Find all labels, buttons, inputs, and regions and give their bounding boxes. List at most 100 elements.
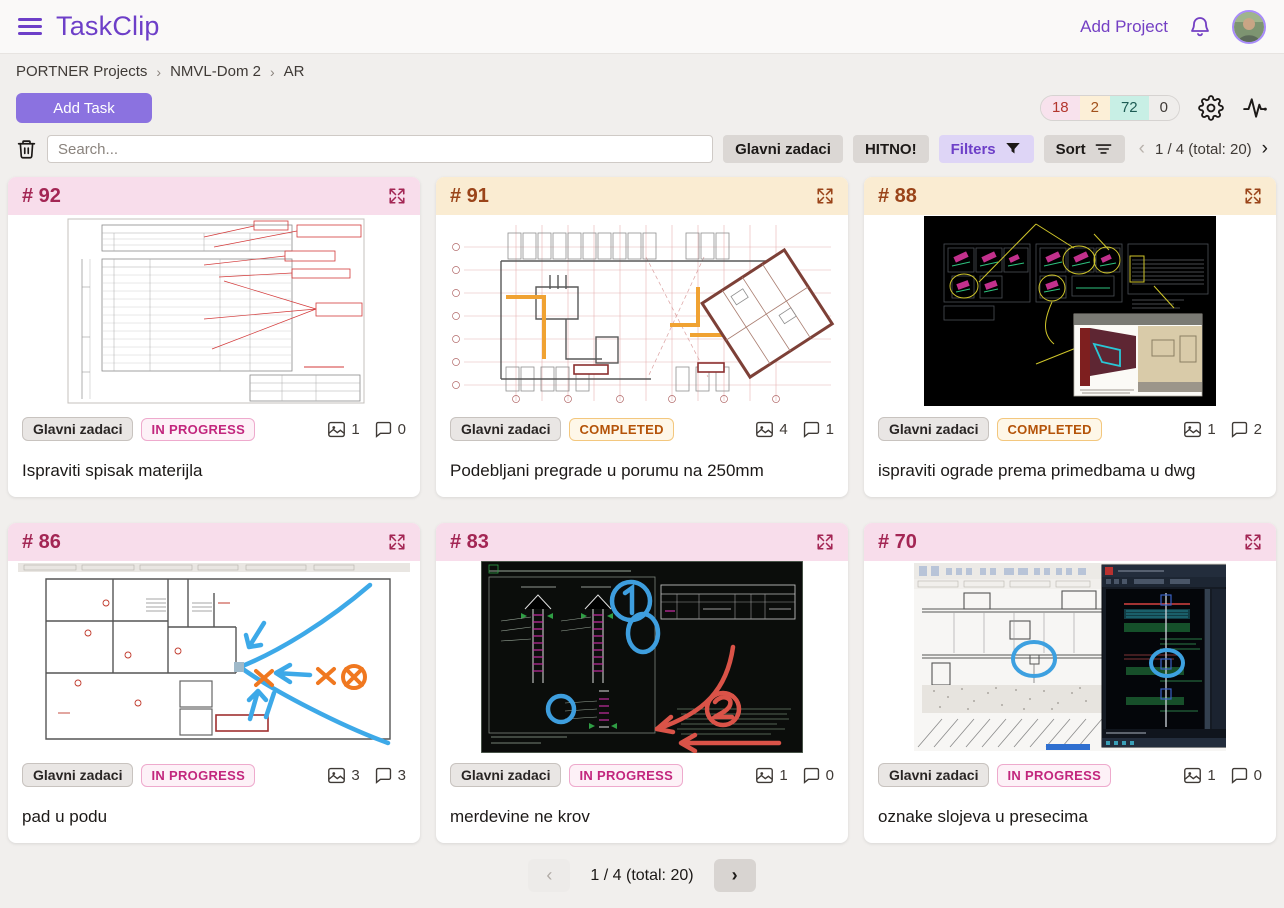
image-count-icon: [755, 767, 774, 784]
task-card-70[interactable]: # 70: [864, 523, 1276, 843]
settings-gear-icon[interactable]: [1198, 95, 1224, 121]
comment-count: 0: [826, 767, 834, 784]
sort-label: Sort: [1056, 141, 1086, 158]
expand-icon[interactable]: [816, 533, 834, 551]
count-in-progress-badge: 18: [1041, 96, 1080, 120]
expand-icon[interactable]: [1244, 187, 1262, 205]
image-count: 4: [779, 421, 787, 438]
thumbnail-dark-ladder-detail: [481, 561, 803, 753]
task-title[interactable]: oznake slojeva u presecima: [878, 807, 1262, 827]
task-number: # 92: [22, 185, 61, 208]
add-project-link[interactable]: Add Project: [1080, 17, 1168, 37]
count-completed-badge: 72: [1110, 96, 1149, 120]
search-input[interactable]: [47, 135, 713, 163]
hamburger-menu-icon[interactable]: [18, 18, 42, 35]
expand-icon[interactable]: [816, 187, 834, 205]
top-pagination-label: 1 / 4 (total: 20): [1155, 141, 1252, 158]
bottom-pagination-label: 1 / 4 (total: 20): [590, 867, 693, 885]
status-badge: IN PROGRESS: [141, 418, 255, 441]
notifications-bell-icon[interactable]: [1188, 15, 1212, 39]
clear-trash-icon[interactable]: [16, 138, 37, 160]
task-card-88[interactable]: # 88: [864, 177, 1276, 497]
breadcrumb-item-projects[interactable]: PORTNER Projects: [16, 63, 147, 80]
breadcrumb-separator: ›: [270, 64, 275, 80]
bottom-pagination: ‹ 1 / 4 (total: 20) ›: [0, 843, 1284, 908]
task-title[interactable]: ispraviti ograde prema primedbama u dwg: [878, 461, 1262, 481]
thumbnail-floor-plan-drawing: [446, 217, 838, 405]
task-thumbnail[interactable]: [436, 561, 848, 753]
bottom-pagination-prev-button[interactable]: ‹: [528, 859, 570, 892]
comment-count: 0: [1254, 767, 1262, 784]
top-pagination-prev-icon[interactable]: ‹: [1139, 138, 1145, 160]
image-count-icon: [755, 421, 774, 438]
task-thumbnail[interactable]: [8, 215, 420, 407]
filter-chip-hitno[interactable]: HITNO!: [853, 135, 929, 163]
comment-count: 3: [398, 767, 406, 784]
thumbnail-plan-with-markup: [18, 563, 410, 751]
count-review-badge: 2: [1080, 96, 1110, 120]
breadcrumb: PORTNER Projects › NMVL-Dom 2 › AR: [0, 54, 1284, 87]
task-number: # 86: [22, 531, 61, 554]
image-count: 1: [351, 421, 359, 438]
task-title[interactable]: pad u podu: [22, 807, 406, 827]
add-task-button[interactable]: Add Task: [16, 93, 152, 123]
filter-funnel-icon: [1004, 140, 1022, 158]
task-card-92[interactable]: # 92: [8, 177, 420, 497]
status-badge: COMPLETED: [997, 418, 1101, 441]
status-badge: IN PROGRESS: [997, 764, 1111, 787]
task-card-91[interactable]: # 91: [436, 177, 848, 497]
task-card-83[interactable]: # 83: [436, 523, 848, 843]
image-count-icon: [1183, 767, 1202, 784]
tag-chip[interactable]: Glavni zadaci: [878, 417, 989, 441]
comment-count-icon: [802, 421, 821, 438]
breadcrumb-item-section[interactable]: AR: [284, 63, 305, 80]
comment-count-icon: [1230, 421, 1249, 438]
tag-chip[interactable]: Glavni zadaci: [878, 763, 989, 787]
comment-count: 2: [1254, 421, 1262, 438]
expand-icon[interactable]: [388, 533, 406, 551]
task-thumbnail[interactable]: [864, 561, 1276, 753]
comment-count-icon: [1230, 767, 1249, 784]
app-logo: TaskClip: [56, 11, 160, 42]
top-pagination-next-icon[interactable]: ›: [1262, 138, 1268, 160]
status-badge: IN PROGRESS: [141, 764, 255, 787]
tag-chip[interactable]: Glavni zadaci: [450, 763, 561, 787]
task-thumbnail[interactable]: [436, 215, 848, 407]
task-card-86[interactable]: # 86: [8, 523, 420, 843]
status-badge: IN PROGRESS: [569, 764, 683, 787]
task-number: # 70: [878, 531, 917, 554]
tag-chip[interactable]: Glavni zadaci: [22, 417, 133, 441]
task-thumbnail[interactable]: [8, 561, 420, 753]
filter-chip-glavni-zadaci[interactable]: Glavni zadaci: [723, 135, 843, 163]
task-title[interactable]: merdevine ne krov: [450, 807, 834, 827]
task-thumbnail[interactable]: [864, 215, 1276, 407]
activity-pulse-icon[interactable]: [1242, 95, 1268, 121]
comment-count-icon: [374, 421, 393, 438]
thumbnail-cad-screens: [914, 563, 1226, 751]
image-count: 1: [1207, 767, 1215, 784]
task-number: # 91: [450, 185, 489, 208]
image-count-icon: [327, 421, 346, 438]
filters-button[interactable]: Filters: [939, 135, 1034, 163]
top-pagination: ‹ 1 / 4 (total: 20) ›: [1139, 138, 1268, 160]
task-title[interactable]: Ispraviti spisak materijla: [22, 461, 406, 481]
task-title[interactable]: Podebljani pregrade u porumu na 250mm: [450, 461, 834, 481]
expand-icon[interactable]: [388, 187, 406, 205]
task-number: # 83: [450, 531, 489, 554]
tag-chip[interactable]: Glavni zadaci: [22, 763, 133, 787]
bottom-pagination-next-button[interactable]: ›: [714, 859, 756, 892]
task-card-grid: # 92: [0, 175, 1284, 843]
sort-lines-icon: [1094, 141, 1113, 157]
tag-chip[interactable]: Glavni zadaci: [450, 417, 561, 441]
breadcrumb-item-project[interactable]: NMVL-Dom 2: [170, 63, 261, 80]
comment-count: 0: [398, 421, 406, 438]
top-bar: TaskClip Add Project: [0, 0, 1284, 54]
image-count-icon: [327, 767, 346, 784]
image-count: 1: [779, 767, 787, 784]
sort-button[interactable]: Sort: [1044, 135, 1125, 163]
filter-bar: Glavni zadaci HITNO! Filters Sort ‹ 1 / …: [0, 127, 1284, 175]
user-avatar[interactable]: [1232, 10, 1266, 44]
expand-icon[interactable]: [1244, 533, 1262, 551]
image-count-icon: [1183, 421, 1202, 438]
status-badge: COMPLETED: [569, 418, 673, 441]
